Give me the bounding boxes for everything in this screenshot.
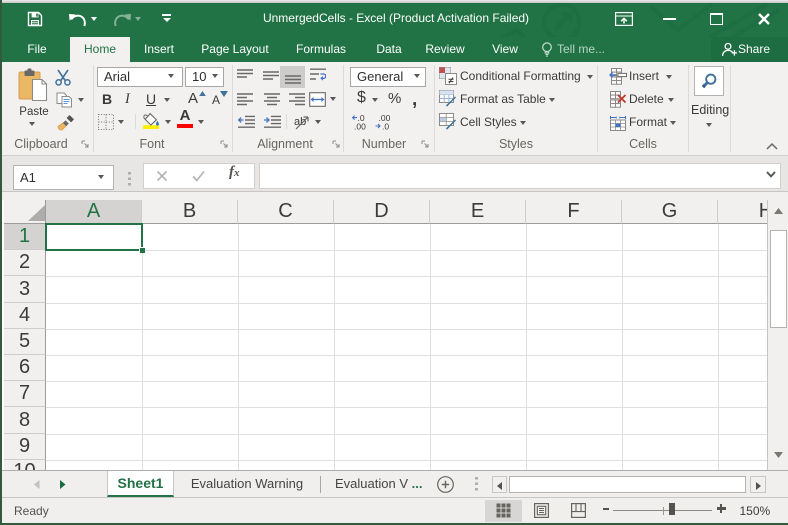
svg-text:.00: .00 [354, 122, 366, 131]
svg-text:.0: .0 [382, 122, 389, 131]
svg-text:ab: ab [294, 116, 306, 128]
